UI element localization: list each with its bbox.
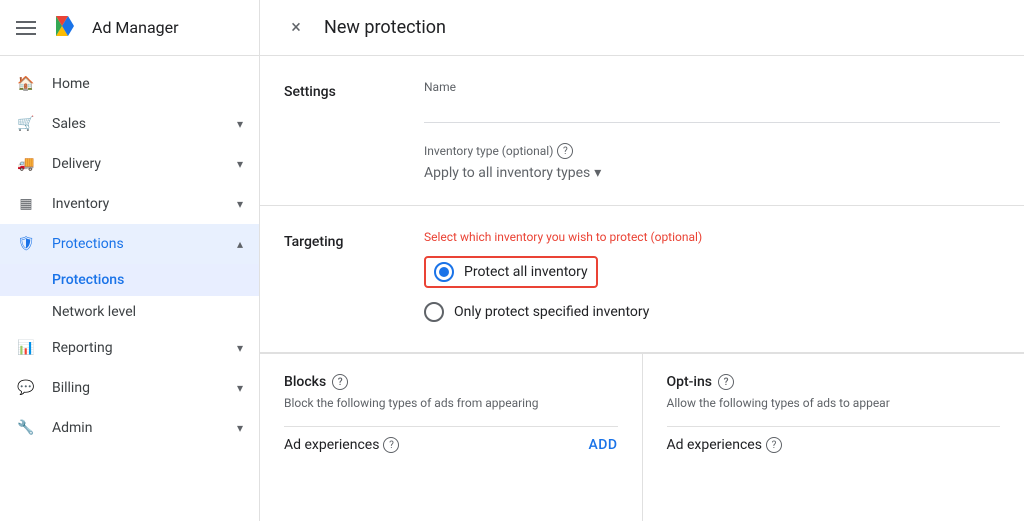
inventory-type-row: Inventory type (optional) ? Apply to all… — [424, 143, 1000, 181]
chart-icon: 📊 — [16, 338, 36, 358]
inventory-type-select[interactable]: Apply to all inventory types ▾ — [424, 165, 601, 181]
sidebar-header: Ad Manager — [0, 0, 259, 56]
chevron-down-icon: ▾ — [237, 381, 243, 395]
inventory-type-help-icon[interactable]: ? — [557, 143, 573, 159]
sidebar-item-sales[interactable]: 🛒 Sales ▾ — [0, 104, 259, 144]
blocks-description: Block the following types of ads from ap… — [284, 396, 618, 410]
targeting-content: Select which inventory you wish to prote… — [424, 230, 1000, 328]
sidebar-item-delivery-label: Delivery — [52, 156, 101, 172]
ad-experiences-block-row: Ad experiences ? ADD — [284, 426, 618, 463]
protect-specified-radio[interactable] — [424, 302, 444, 322]
sidebar-item-home[interactable]: 🏠 Home — [0, 64, 259, 104]
sidebar-item-protections-label: Protections — [52, 236, 124, 252]
hamburger-icon[interactable] — [16, 21, 36, 35]
ad-experiences-help-icon[interactable]: ? — [383, 437, 399, 453]
chevron-down-icon: ▾ — [237, 197, 243, 211]
targeting-hint: Select which inventory you wish to prote… — [424, 230, 1000, 244]
name-input[interactable] — [424, 98, 1000, 123]
radio-selected-indicator — [439, 267, 449, 277]
add-ad-experiences-button[interactable]: ADD — [588, 437, 617, 453]
protect-all-label: Protect all inventory — [464, 264, 588, 280]
modal-header: × New protection — [260, 0, 1024, 56]
main-content: Prote New p 🔍 Name × New protection Sett… — [260, 0, 1024, 521]
ad-experiences-optin-row: Ad experiences ? — [667, 426, 1001, 463]
sidebar-sub-item-protections[interactable]: Protections — [0, 264, 259, 296]
inventory-type-label: Inventory type (optional) ? — [424, 143, 601, 159]
targeting-section: Targeting Select which inventory you wis… — [260, 206, 1024, 353]
modal-body: Settings Name Inventory type (optional) … — [260, 56, 1024, 521]
app-title: Ad Manager — [92, 18, 179, 37]
sidebar-item-billing[interactable]: 💬 Billing ▾ — [0, 368, 259, 408]
optins-description: Allow the following types of ads to appe… — [667, 396, 1001, 410]
blocks-section: Blocks ? Block the following types of ad… — [260, 353, 1024, 521]
sidebar-item-admin-label: Admin — [52, 420, 92, 436]
settings-label: Settings — [284, 80, 384, 181]
protect-all-option[interactable]: Protect all inventory — [424, 256, 598, 288]
settings-section: Settings Name Inventory type (optional) … — [260, 56, 1024, 206]
chevron-up-icon: ▴ — [237, 237, 243, 251]
blocks-panel: Blocks ? Block the following types of ad… — [260, 354, 643, 521]
chevron-down-icon: ▾ — [237, 341, 243, 355]
optins-title: Opt-ins ? — [667, 374, 1001, 390]
ad-experiences-label: Ad experiences ? — [284, 437, 399, 453]
sidebar-sub-item-protections-label: Protections — [52, 272, 124, 288]
sidebar-sub-item-network-level[interactable]: Network level — [0, 296, 259, 328]
protect-specified-label: Only protect specified inventory — [454, 304, 649, 320]
inventory-icon: ▦ — [16, 194, 36, 214]
sidebar-item-protections[interactable]: 🛡 Protections ▴ — [0, 224, 259, 264]
ad-experiences-optin-help-icon[interactable]: ? — [766, 437, 782, 453]
sidebar-item-billing-label: Billing — [52, 380, 90, 396]
chevron-down-icon: ▾ — [237, 117, 243, 131]
ad-experiences-optin-label: Ad experiences ? — [667, 437, 782, 453]
settings-content: Name Inventory type (optional) ? Apply t… — [424, 80, 1000, 181]
home-icon: 🏠 — [16, 74, 36, 94]
sidebar-item-delivery[interactable]: 🚚 Delivery ▾ — [0, 144, 259, 184]
blocks-title: Blocks ? — [284, 374, 618, 390]
chevron-down-icon: ▾ — [237, 157, 243, 171]
sidebar-item-admin[interactable]: 🔧 Admin ▾ — [0, 408, 259, 448]
dropdown-chevron-icon: ▾ — [594, 165, 601, 181]
sidebar-sub-item-network-level-label: Network level — [52, 304, 136, 320]
sidebar-nav: 🏠 Home 🛒 Sales ▾ 🚚 Delivery ▾ ▦ Inventor… — [0, 56, 259, 521]
settings-icon: 🔧 — [16, 418, 36, 438]
optins-help-icon[interactable]: ? — [718, 374, 734, 390]
cart-icon: 🛒 — [16, 114, 36, 134]
chevron-down-icon: ▾ — [237, 421, 243, 435]
modal-panel: × New protection Settings Name Inventory… — [260, 0, 1024, 521]
sidebar-item-reporting[interactable]: 📊 Reporting ▾ — [0, 328, 259, 368]
targeting-label: Targeting — [284, 230, 384, 328]
sidebar-item-home-label: Home — [52, 76, 90, 92]
name-field-label: Name — [424, 80, 1000, 94]
protect-all-radio[interactable] — [434, 262, 454, 282]
blocks-help-icon[interactable]: ? — [332, 374, 348, 390]
sidebar-item-sales-label: Sales — [52, 116, 86, 132]
sidebar-item-reporting-label: Reporting — [52, 340, 113, 356]
app-logo — [48, 12, 80, 44]
optins-panel: Opt-ins ? Allow the following types of a… — [643, 354, 1024, 521]
billing-icon: 💬 — [16, 378, 36, 398]
sidebar-item-inventory-label: Inventory — [52, 196, 109, 212]
protect-specified-option[interactable]: Only protect specified inventory — [424, 296, 1000, 328]
sidebar: Ad Manager 🏠 Home 🛒 Sales ▾ 🚚 Delivery ▾… — [0, 0, 260, 521]
modal-title: New protection — [324, 17, 446, 38]
shield-icon: 🛡 — [16, 234, 36, 254]
close-button[interactable]: × — [284, 16, 308, 40]
sidebar-item-inventory[interactable]: ▦ Inventory ▾ — [0, 184, 259, 224]
delivery-icon: 🚚 — [16, 154, 36, 174]
